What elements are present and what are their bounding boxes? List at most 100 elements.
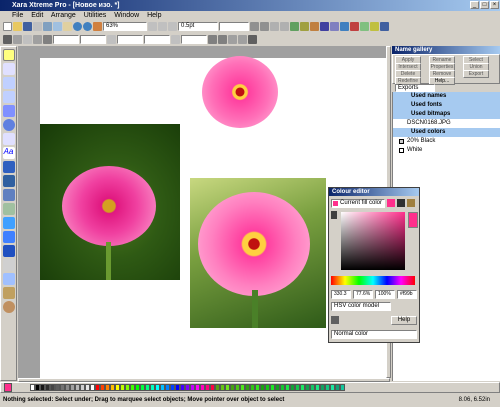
saturation-value-picker[interactable]	[341, 212, 405, 270]
layer-icon[interactable]	[330, 22, 339, 31]
open-icon[interactable]	[13, 22, 22, 31]
save-icon[interactable]	[23, 22, 32, 31]
mould-tool-icon[interactable]	[2, 203, 15, 215]
color-options-icon[interactable]	[407, 199, 415, 207]
menu-help[interactable]: Help	[147, 12, 161, 19]
cap-icon[interactable]	[270, 22, 279, 31]
join-icon[interactable]	[280, 22, 289, 31]
value-field[interactable]: 100%	[375, 290, 395, 299]
hex-field[interactable]: #f99b	[397, 290, 417, 299]
cut-icon[interactable]	[43, 22, 52, 31]
vector-flower-illustration[interactable]	[190, 178, 326, 328]
zoom-in-icon[interactable]	[148, 22, 157, 31]
menu-window[interactable]: Window	[114, 12, 139, 19]
height-field[interactable]	[144, 35, 170, 44]
gallery-section-used-fonts[interactable]: Used fonts	[393, 101, 500, 110]
gallery-filter-dropdown[interactable]: Exports	[395, 84, 435, 92]
hue-slider[interactable]	[331, 276, 415, 285]
snap-icon[interactable]	[300, 22, 309, 31]
bitmap-icon[interactable]	[340, 22, 349, 31]
selector-tool-icon[interactable]	[2, 49, 15, 61]
current-fill-swatch[interactable]	[4, 383, 12, 392]
color-chip-icon[interactable]	[387, 199, 395, 207]
x-field[interactable]	[53, 35, 79, 44]
rotate-mode-icon[interactable]	[13, 35, 22, 44]
colour-editor-help-button[interactable]: Help	[391, 316, 417, 325]
new-icon[interactable]	[3, 22, 12, 31]
eyedropper-icon[interactable]	[331, 211, 337, 219]
flip-v-icon[interactable]	[218, 35, 227, 44]
clipart-icon[interactable]	[360, 22, 369, 31]
rectangle-tool-icon[interactable]	[2, 105, 15, 117]
zoom-icon[interactable]	[93, 22, 102, 31]
close-button[interactable]: ×	[490, 1, 499, 9]
font-icon[interactable]	[350, 22, 359, 31]
print-icon[interactable]	[33, 22, 42, 31]
gallery-item-white[interactable]: White	[393, 146, 500, 155]
flip-h-icon[interactable]	[208, 35, 217, 44]
shape-editor-tool-icon[interactable]	[2, 63, 15, 75]
color-icon[interactable]	[320, 22, 329, 31]
front-icon[interactable]	[228, 35, 237, 44]
ellipse-tool-icon[interactable]	[2, 119, 15, 131]
fill-icon[interactable]	[370, 22, 379, 31]
quickshape-tool-icon[interactable]	[2, 133, 15, 145]
fill-tool-icon[interactable]	[2, 161, 15, 173]
menu-utilities[interactable]: Utilities	[84, 12, 107, 19]
pen-tool-icon[interactable]	[2, 91, 15, 103]
galleries-icon[interactable]	[310, 22, 319, 31]
zoom-out-icon[interactable]	[158, 22, 167, 31]
gallery-section-used-names[interactable]: Used names	[393, 92, 500, 101]
gallery-section-used-bitmaps[interactable]: Used bitmaps	[393, 110, 500, 119]
palette-swatch[interactable]	[340, 384, 345, 391]
grid-select-icon[interactable]	[43, 35, 52, 44]
gallery-export-button[interactable]: Export	[463, 70, 489, 78]
help-icon[interactable]	[380, 22, 389, 31]
lock-icon[interactable]	[107, 35, 116, 44]
saturation-field[interactable]: 77.6%	[353, 290, 373, 299]
angle-field[interactable]	[181, 35, 207, 44]
flower-photo[interactable]	[40, 124, 180, 280]
vector-flower-top[interactable]	[202, 56, 278, 128]
color-type-dropdown[interactable]: Normal color	[331, 330, 417, 339]
gallery-item-bitmap[interactable]: DSCN0168.JPG	[393, 119, 500, 128]
arrow-end-icon[interactable]	[260, 22, 269, 31]
bounds-icon[interactable]	[23, 35, 32, 44]
freehand-tool-icon[interactable]	[2, 77, 15, 89]
gallery-item-20-black[interactable]: 20% Black	[393, 137, 500, 146]
redo-icon[interactable]	[83, 22, 92, 31]
line-style-field[interactable]	[219, 22, 249, 31]
align-icon[interactable]	[248, 35, 257, 44]
push-tool-icon[interactable]	[2, 287, 15, 299]
select-mode-icon[interactable]	[3, 35, 12, 44]
grid-icon[interactable]	[290, 22, 299, 31]
zoom-tool-icon[interactable]	[2, 301, 15, 313]
transparency-tool-icon[interactable]	[2, 175, 15, 187]
line-width-field[interactable]: 0.5pt	[178, 22, 218, 31]
minimize-button[interactable]: _	[470, 1, 479, 9]
blend-tool-icon[interactable]	[2, 189, 15, 201]
bevel-tool-icon[interactable]	[2, 231, 15, 243]
color-model-dropdown[interactable]: HSV color model	[331, 302, 391, 311]
picker-icon[interactable]	[397, 199, 405, 207]
contour-tool-icon[interactable]	[2, 217, 15, 229]
paste-icon[interactable]	[63, 22, 72, 31]
zoom-fit-icon[interactable]	[168, 22, 177, 31]
extrude-tool-icon[interactable]	[2, 259, 15, 271]
undo-icon[interactable]	[73, 22, 82, 31]
text-tool-icon[interactable]: Aa	[2, 147, 15, 159]
make-named-icon[interactable]	[331, 316, 339, 324]
menu-arrange[interactable]: Arrange	[51, 12, 76, 19]
live-effects-tool-icon[interactable]	[2, 273, 15, 285]
scale-icon[interactable]	[171, 35, 180, 44]
maximize-button[interactable]: □	[480, 1, 489, 9]
handles-icon[interactable]	[33, 35, 42, 44]
shadow-tool-icon[interactable]	[2, 245, 15, 257]
fill-mode-dropdown[interactable]: Current fill color	[331, 199, 385, 208]
copy-icon[interactable]	[53, 22, 62, 31]
y-field[interactable]	[80, 35, 106, 44]
menu-file[interactable]: File	[12, 12, 23, 19]
menu-edit[interactable]: Edit	[31, 12, 43, 19]
back-icon[interactable]	[238, 35, 247, 44]
arrow-start-icon[interactable]	[250, 22, 259, 31]
